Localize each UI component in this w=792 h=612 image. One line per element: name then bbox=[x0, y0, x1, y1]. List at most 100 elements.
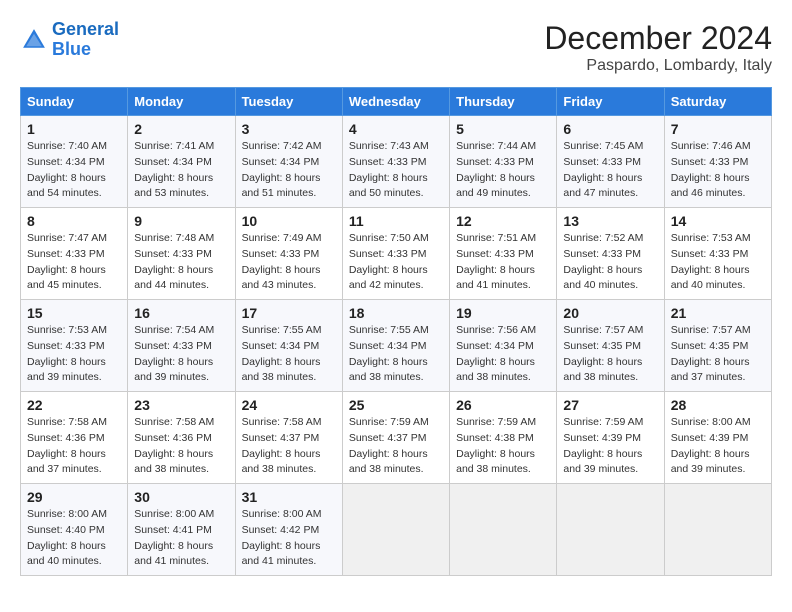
calendar-cell: 18Sunrise: 7:55 AMSunset: 4:34 PMDayligh… bbox=[342, 300, 449, 392]
day-number: 22 bbox=[27, 397, 121, 413]
weekday-header-friday: Friday bbox=[557, 88, 664, 116]
calendar-week-row-5: 29 Sunrise: 8:00 AMSunset: 4:40 PMDayligh… bbox=[21, 484, 772, 576]
day-number: 29 bbox=[27, 489, 121, 505]
day-number: 10 bbox=[242, 213, 336, 229]
title-block: December 2024 Paspardo, Lombardy, Italy bbox=[544, 20, 772, 75]
day-number: 13 bbox=[563, 213, 657, 229]
calendar-cell: 12 Sunrise: 7:51 AMSunset: 4:33 PMDayligh… bbox=[450, 208, 557, 300]
day-detail: Sunrise: 7:40 AMSunset: 4:34 PMDaylight:… bbox=[27, 139, 121, 202]
calendar-week-row-2: 8 Sunrise: 7:47 AMSunset: 4:33 PMDaylight… bbox=[21, 208, 772, 300]
calendar-cell: 23Sunrise: 7:58 AMSunset: 4:36 PMDayligh… bbox=[128, 392, 235, 484]
calendar-cell bbox=[664, 484, 771, 576]
calendar-cell: 22 Sunrise: 7:58 AMSunset: 4:36 PMDayligh… bbox=[21, 392, 128, 484]
calendar-table: SundayMondayTuesdayWednesdayThursdayFrid… bbox=[20, 87, 772, 576]
calendar-cell: 14 Sunrise: 7:53 AMSunset: 4:33 PMDayligh… bbox=[664, 208, 771, 300]
calendar-cell: 19Sunrise: 7:56 AMSunset: 4:34 PMDayligh… bbox=[450, 300, 557, 392]
day-detail: Sunrise: 7:43 AMSunset: 4:33 PMDaylight:… bbox=[349, 139, 443, 202]
weekday-header-monday: Monday bbox=[128, 88, 235, 116]
day-detail: Sunrise: 7:59 AMSunset: 4:39 PMDaylight:… bbox=[563, 415, 657, 478]
day-number: 26 bbox=[456, 397, 550, 413]
day-number: 15 bbox=[27, 305, 121, 321]
day-detail: Sunrise: 7:51 AMSunset: 4:33 PMDaylight:… bbox=[456, 231, 550, 294]
day-number: 25 bbox=[349, 397, 443, 413]
calendar-cell: 17 Sunrise: 7:55 AMSunset: 4:34 PMDayligh… bbox=[235, 300, 342, 392]
day-detail: Sunrise: 7:54 AMSunset: 4:33 PMDaylight:… bbox=[134, 323, 228, 386]
day-detail: Sunrise: 7:59 AMSunset: 4:37 PMDaylight:… bbox=[349, 415, 443, 478]
calendar-cell: 27 Sunrise: 7:59 AMSunset: 4:39 PMDayligh… bbox=[557, 392, 664, 484]
day-detail: Sunrise: 7:46 AMSunset: 4:33 PMDaylight:… bbox=[671, 139, 765, 202]
header: General Blue December 2024 Paspardo, Lom… bbox=[20, 20, 772, 75]
day-number: 7 bbox=[671, 121, 765, 137]
calendar-cell: 24Sunrise: 7:58 AMSunset: 4:37 PMDayligh… bbox=[235, 392, 342, 484]
calendar-cell: 4 Sunrise: 7:43 AMSunset: 4:33 PMDaylight… bbox=[342, 116, 449, 208]
day-number: 8 bbox=[27, 213, 121, 229]
weekday-header-sunday: Sunday bbox=[21, 88, 128, 116]
location: Paspardo, Lombardy, Italy bbox=[544, 57, 772, 75]
calendar-cell: 9Sunrise: 7:48 AMSunset: 4:33 PMDaylight… bbox=[128, 208, 235, 300]
weekday-header-thursday: Thursday bbox=[450, 88, 557, 116]
calendar-cell: 15 Sunrise: 7:53 AMSunset: 4:33 PMDayligh… bbox=[21, 300, 128, 392]
calendar-cell: 26 Sunrise: 7:59 AMSunset: 4:38 PMDayligh… bbox=[450, 392, 557, 484]
day-number: 30 bbox=[134, 489, 228, 505]
day-number: 17 bbox=[242, 305, 336, 321]
page: General Blue December 2024 Paspardo, Lom… bbox=[0, 0, 792, 586]
weekday-header-row: SundayMondayTuesdayWednesdayThursdayFrid… bbox=[21, 88, 772, 116]
day-detail: Sunrise: 7:57 AMSunset: 4:35 PMDaylight:… bbox=[563, 323, 657, 386]
day-number: 5 bbox=[456, 121, 550, 137]
calendar-cell: 2Sunrise: 7:41 AMSunset: 4:34 PMDaylight… bbox=[128, 116, 235, 208]
weekday-header-tuesday: Tuesday bbox=[235, 88, 342, 116]
day-number: 1 bbox=[27, 121, 121, 137]
day-number: 14 bbox=[671, 213, 765, 229]
calendar-cell: 28Sunrise: 8:00 AMSunset: 4:39 PMDayligh… bbox=[664, 392, 771, 484]
day-detail: Sunrise: 7:59 AMSunset: 4:38 PMDaylight:… bbox=[456, 415, 550, 478]
day-detail: Sunrise: 7:44 AMSunset: 4:33 PMDaylight:… bbox=[456, 139, 550, 202]
calendar-cell: 25 Sunrise: 7:59 AMSunset: 4:37 PMDayligh… bbox=[342, 392, 449, 484]
day-number: 21 bbox=[671, 305, 765, 321]
calendar-cell: 6Sunrise: 7:45 AMSunset: 4:33 PMDaylight… bbox=[557, 116, 664, 208]
day-detail: Sunrise: 7:55 AMSunset: 4:34 PMDaylight:… bbox=[349, 323, 443, 386]
calendar-cell: 16Sunrise: 7:54 AMSunset: 4:33 PMDayligh… bbox=[128, 300, 235, 392]
day-number: 4 bbox=[349, 121, 443, 137]
day-detail: Sunrise: 7:58 AMSunset: 4:36 PMDaylight:… bbox=[27, 415, 121, 478]
day-detail: Sunrise: 7:52 AMSunset: 4:33 PMDaylight:… bbox=[563, 231, 657, 294]
weekday-header-wednesday: Wednesday bbox=[342, 88, 449, 116]
day-detail: Sunrise: 7:53 AMSunset: 4:33 PMDaylight:… bbox=[27, 323, 121, 386]
logo-general: General bbox=[52, 19, 119, 39]
calendar-cell: 20 Sunrise: 7:57 AMSunset: 4:35 PMDayligh… bbox=[557, 300, 664, 392]
day-detail: Sunrise: 7:47 AMSunset: 4:33 PMDaylight:… bbox=[27, 231, 121, 294]
day-detail: Sunrise: 7:57 AMSunset: 4:35 PMDaylight:… bbox=[671, 323, 765, 386]
calendar-cell: 5 Sunrise: 7:44 AMSunset: 4:33 PMDaylight… bbox=[450, 116, 557, 208]
calendar-cell: 8 Sunrise: 7:47 AMSunset: 4:33 PMDaylight… bbox=[21, 208, 128, 300]
day-number: 12 bbox=[456, 213, 550, 229]
month-title: December 2024 bbox=[544, 20, 772, 57]
calendar-week-row-1: 1 Sunrise: 7:40 AMSunset: 4:34 PMDaylight… bbox=[21, 116, 772, 208]
day-detail: Sunrise: 7:49 AMSunset: 4:33 PMDaylight:… bbox=[242, 231, 336, 294]
day-number: 28 bbox=[671, 397, 765, 413]
logo-blue: Blue bbox=[52, 39, 91, 59]
day-number: 20 bbox=[563, 305, 657, 321]
day-detail: Sunrise: 7:53 AMSunset: 4:33 PMDaylight:… bbox=[671, 231, 765, 294]
day-detail: Sunrise: 7:50 AMSunset: 4:33 PMDaylight:… bbox=[349, 231, 443, 294]
day-number: 2 bbox=[134, 121, 228, 137]
calendar-cell bbox=[450, 484, 557, 576]
day-detail: Sunrise: 7:42 AMSunset: 4:34 PMDaylight:… bbox=[242, 139, 336, 202]
day-detail: Sunrise: 7:55 AMSunset: 4:34 PMDaylight:… bbox=[242, 323, 336, 386]
day-number: 31 bbox=[242, 489, 336, 505]
calendar-cell: 11Sunrise: 7:50 AMSunset: 4:33 PMDayligh… bbox=[342, 208, 449, 300]
day-number: 24 bbox=[242, 397, 336, 413]
day-detail: Sunrise: 8:00 AMSunset: 4:42 PMDaylight:… bbox=[242, 507, 336, 570]
day-number: 6 bbox=[563, 121, 657, 137]
day-detail: Sunrise: 8:00 AMSunset: 4:41 PMDaylight:… bbox=[134, 507, 228, 570]
calendar-cell: 31 Sunrise: 8:00 AMSunset: 4:42 PMDayligh… bbox=[235, 484, 342, 576]
calendar-cell: 30 Sunrise: 8:00 AMSunset: 4:41 PMDayligh… bbox=[128, 484, 235, 576]
day-number: 23 bbox=[134, 397, 228, 413]
day-number: 19 bbox=[456, 305, 550, 321]
calendar-cell: 13 Sunrise: 7:52 AMSunset: 4:33 PMDayligh… bbox=[557, 208, 664, 300]
calendar-cell: 1 Sunrise: 7:40 AMSunset: 4:34 PMDaylight… bbox=[21, 116, 128, 208]
calendar-week-row-4: 22 Sunrise: 7:58 AMSunset: 4:36 PMDayligh… bbox=[21, 392, 772, 484]
day-detail: Sunrise: 8:00 AMSunset: 4:40 PMDaylight:… bbox=[27, 507, 121, 570]
calendar-cell bbox=[342, 484, 449, 576]
calendar-cell: 3Sunrise: 7:42 AMSunset: 4:34 PMDaylight… bbox=[235, 116, 342, 208]
day-number: 27 bbox=[563, 397, 657, 413]
calendar-cell: 10 Sunrise: 7:49 AMSunset: 4:33 PMDayligh… bbox=[235, 208, 342, 300]
